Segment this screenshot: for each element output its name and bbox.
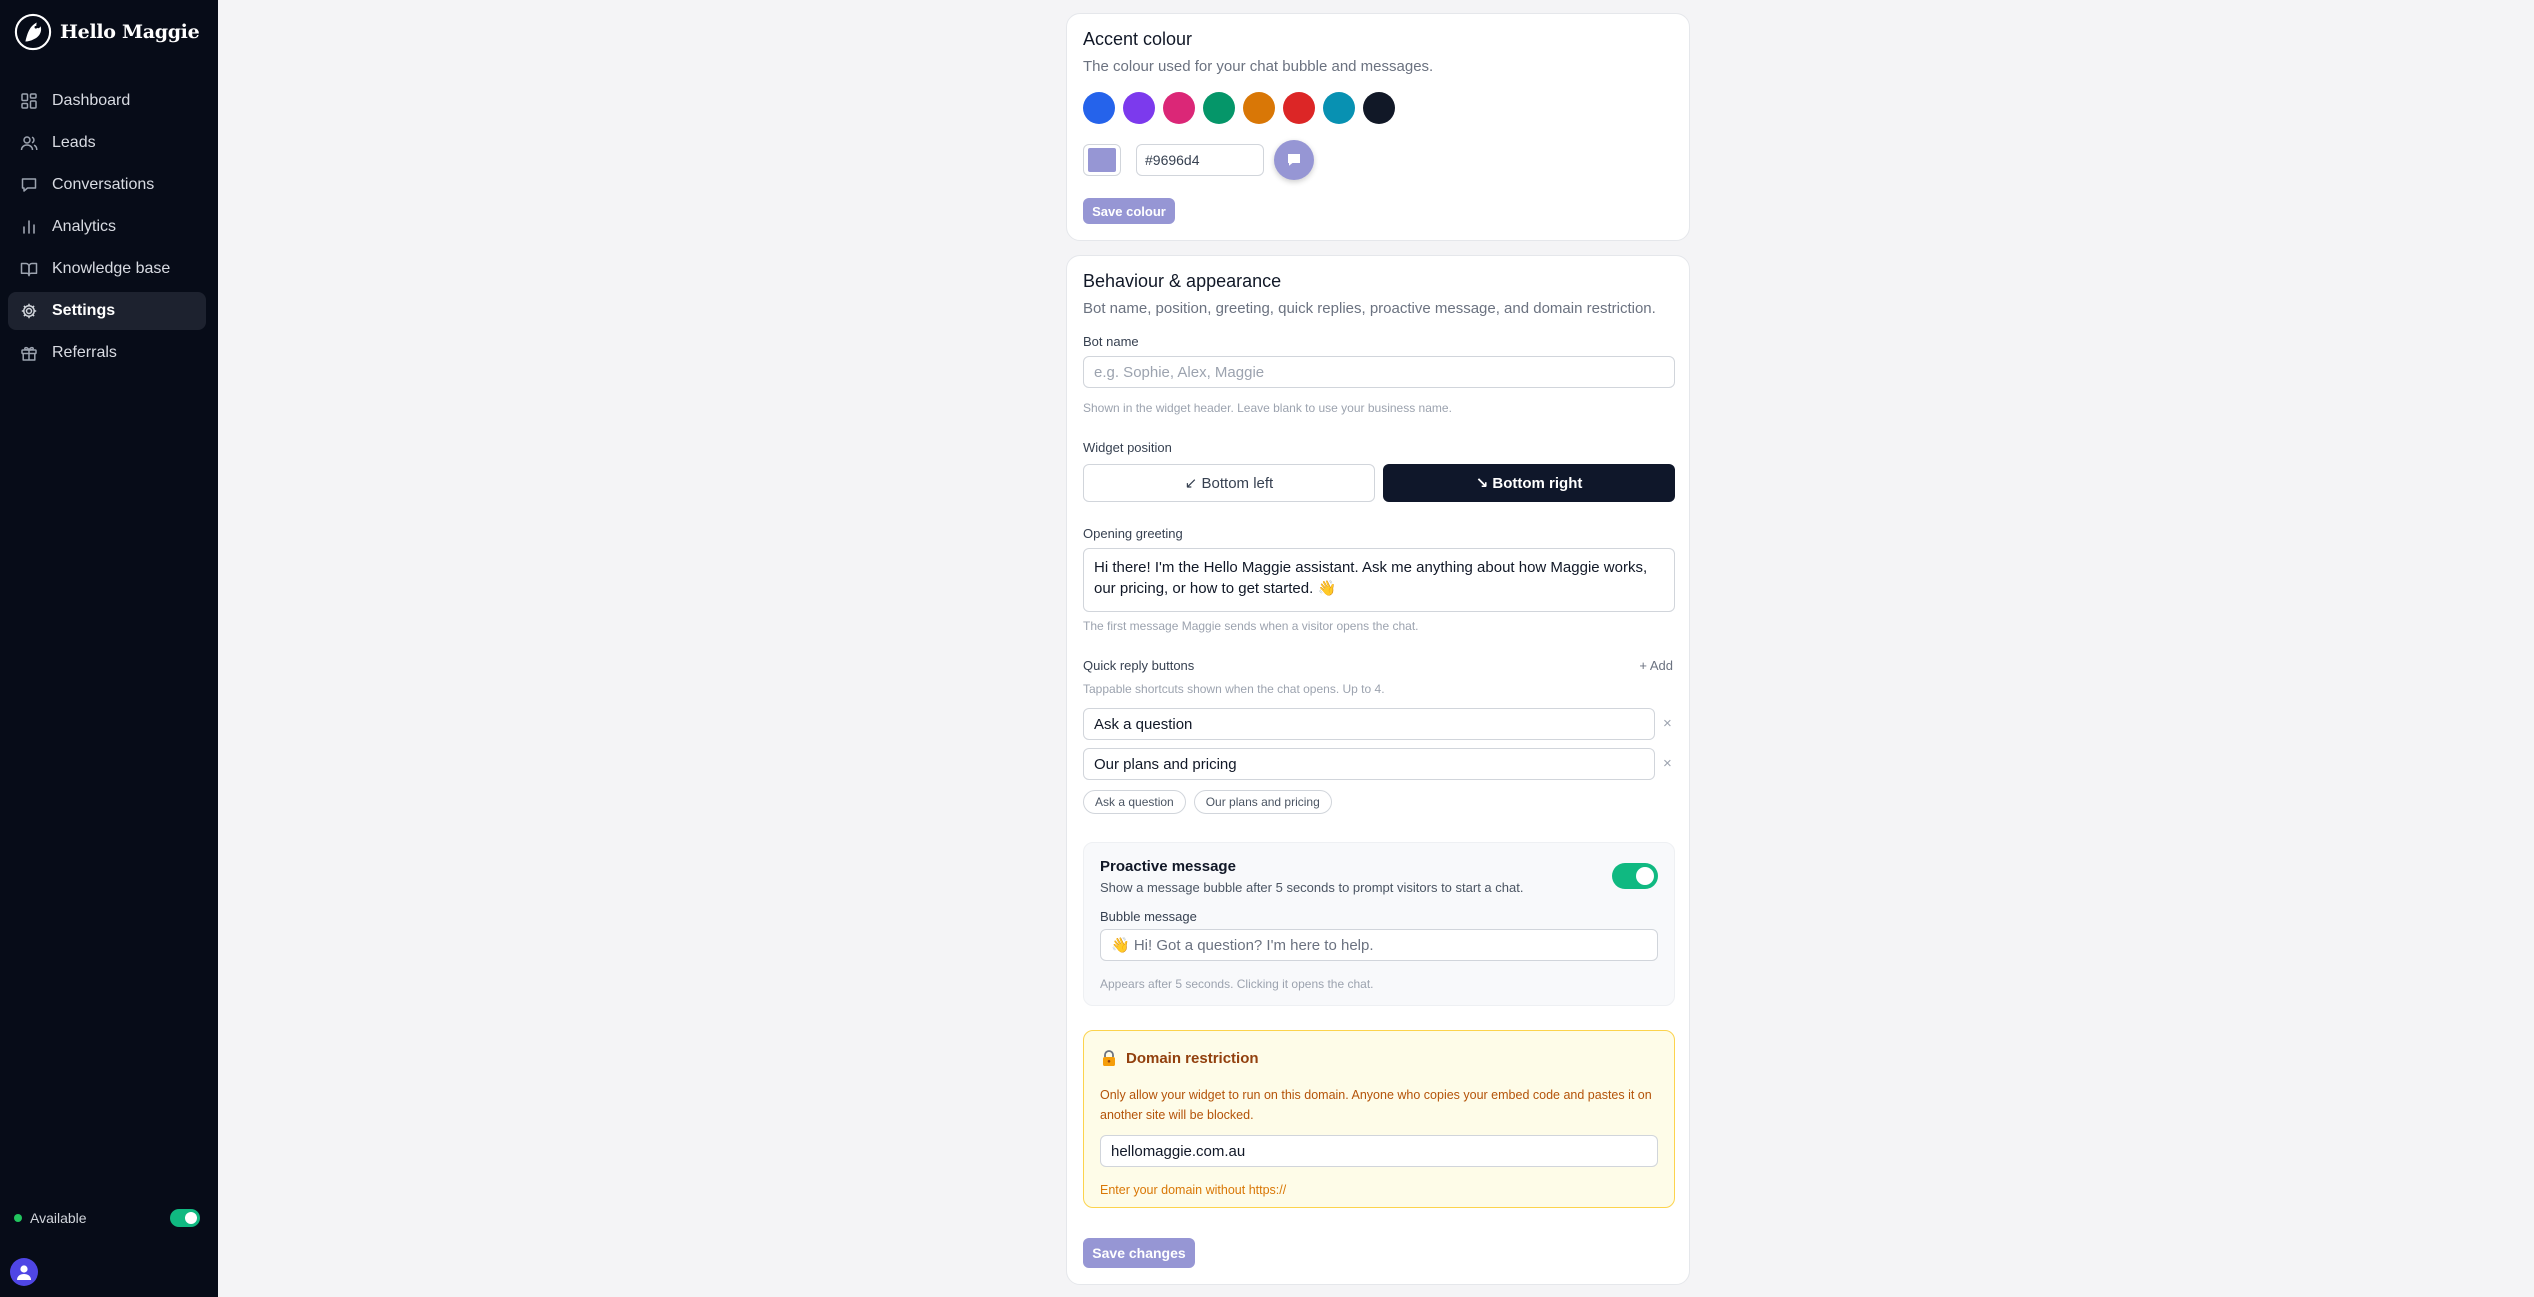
colour-swatches (1083, 92, 1395, 124)
lock-icon (1103, 1050, 1115, 1066)
sidebar-item-referrals[interactable]: Referrals (8, 334, 206, 372)
sidebar-item-dashboard[interactable]: Dashboard (8, 82, 206, 120)
quick-reply-preview: Ask a question Our plans and pricing (1083, 790, 1332, 814)
colour-swatch-orange[interactable] (1243, 92, 1275, 124)
bot-name-hint: Shown in the widget header. Leave blank … (1083, 401, 1452, 415)
proactive-message-panel: Proactive message Show a message bubble … (1083, 842, 1675, 1006)
add-quick-reply-button[interactable]: + Add (1639, 658, 1673, 673)
remove-quick-reply-2-button[interactable]: × (1663, 755, 1672, 772)
proactive-toggle[interactable] (1612, 863, 1658, 889)
domain-restriction-description: Only allow your widget to run on this do… (1100, 1088, 1652, 1122)
domain-restriction-title: Domain restriction (1126, 1049, 1259, 1067)
sidebar-item-label: Referrals (52, 344, 117, 361)
quick-replies-label: Quick reply buttons (1083, 658, 1195, 673)
quick-reply-chip[interactable]: Our plans and pricing (1193, 790, 1332, 814)
position-bottom-right-button[interactable]: ↘ Bottom right (1383, 464, 1675, 502)
domain-restriction-panel: Domain restriction Only allow your widge… (1083, 1030, 1675, 1208)
sidebar-item-conversations[interactable]: Conversations (8, 166, 206, 204)
quick-replies-hint: Tappable shortcuts shown when the chat o… (1083, 682, 1385, 696)
quick-reply-chip[interactable]: Ask a question (1083, 790, 1186, 814)
sidebar-item-label: Conversations (52, 176, 155, 193)
bubble-message-hint: Appears after 5 seconds. Clicking it ope… (1100, 977, 1374, 991)
bot-name-label: Bot name (1083, 334, 1139, 349)
colour-swatch-green[interactable] (1203, 92, 1235, 124)
availability-status: Available (14, 1206, 200, 1230)
accent-card-title: Accent colour (1083, 29, 1193, 49)
colour-swatch-red[interactable] (1283, 92, 1315, 124)
colour-swatch-blue[interactable] (1083, 92, 1115, 124)
colour-swatch-pink[interactable] (1163, 92, 1195, 124)
book-icon (20, 262, 38, 277)
position-bottom-left-button[interactable]: ↙ Bottom left (1083, 464, 1375, 502)
save-colour-button[interactable]: Save colour (1083, 198, 1175, 224)
status-dot (14, 1214, 22, 1222)
domain-restriction-heading: Domain restriction (1100, 1049, 1259, 1067)
save-changes-button[interactable]: Save changes (1083, 1238, 1195, 1268)
accent-colour-card: Accent colour The colour used for your c… (1066, 13, 1690, 241)
remove-quick-reply-1-button[interactable]: × (1663, 715, 1672, 732)
user-avatar[interactable] (10, 1258, 38, 1286)
sidebar-item-label: Knowledge base (52, 260, 171, 277)
gear-icon (21, 303, 37, 319)
colour-swatch-black[interactable] (1363, 92, 1395, 124)
domain-input[interactable] (1100, 1135, 1658, 1167)
widget-position-label: Widget position (1083, 440, 1172, 455)
brand-logo-icon (14, 13, 52, 51)
sidebar-item-settings[interactable]: Settings (8, 292, 206, 330)
user-icon (17, 1265, 31, 1280)
sidebar-item-label: Settings (52, 302, 116, 319)
sidebar-item-leads[interactable]: Leads (8, 124, 206, 162)
availability-toggle[interactable] (170, 1209, 200, 1227)
bot-name-input[interactable] (1083, 356, 1675, 388)
quick-reply-input-2[interactable] (1083, 748, 1655, 780)
proactive-title: Proactive message (1100, 858, 1236, 875)
quick-reply-input-1[interactable] (1083, 708, 1655, 740)
bubble-message-label: Bubble message (1100, 909, 1197, 924)
behaviour-card-subtitle: Bot name, position, greeting, quick repl… (1083, 300, 1656, 317)
behaviour-card-title: Behaviour & appearance (1083, 271, 1282, 291)
sidebar-item-label: Analytics (52, 218, 117, 235)
availability-label: Available (30, 1210, 87, 1226)
sidebar-nav: Dashboard Leads Conversations Analytics … (8, 82, 206, 376)
chat-bubble-preview (1274, 140, 1314, 180)
colour-swatch-purple[interactable] (1123, 92, 1155, 124)
bubble-message-input[interactable] (1100, 929, 1658, 961)
colour-picker-preview (1088, 148, 1116, 172)
proactive-subtitle: Show a message bubble after 5 seconds to… (1100, 880, 1524, 895)
sidebar-item-label: Dashboard (52, 92, 131, 109)
chat-icon (21, 178, 37, 192)
hex-colour-input[interactable] (1136, 144, 1264, 176)
opening-greeting-textarea[interactable]: Hi there! I'm the Hello Maggie assistant… (1083, 548, 1675, 612)
opening-greeting-hint: The first message Maggie sends when a vi… (1083, 619, 1419, 633)
opening-greeting-label: Opening greeting (1083, 526, 1183, 541)
custom-colour-row (1083, 140, 1314, 180)
sidebar: Hello Maggie Dashboard Leads Conversatio… (0, 0, 218, 1297)
colour-picker[interactable] (1083, 144, 1121, 176)
sidebar-item-analytics[interactable]: Analytics (8, 208, 206, 246)
behaviour-appearance-card: Behaviour & appearance Bot name, positio… (1066, 255, 1690, 1285)
dashboard-icon (21, 93, 37, 109)
sidebar-item-knowledge-base[interactable]: Knowledge base (8, 250, 206, 288)
chat-bubble-icon (1288, 154, 1300, 166)
domain-hint: Enter your domain without https:// (1100, 1183, 1287, 1197)
brand[interactable]: Hello Maggie (14, 12, 200, 52)
gift-icon (21, 346, 37, 361)
users-icon (20, 136, 38, 151)
bar-chart-icon (23, 220, 35, 234)
brand-name: Hello Maggie (60, 21, 200, 43)
accent-card-subtitle: The colour used for your chat bubble and… (1083, 58, 1434, 75)
colour-swatch-cyan[interactable] (1323, 92, 1355, 124)
sidebar-item-label: Leads (52, 134, 96, 151)
